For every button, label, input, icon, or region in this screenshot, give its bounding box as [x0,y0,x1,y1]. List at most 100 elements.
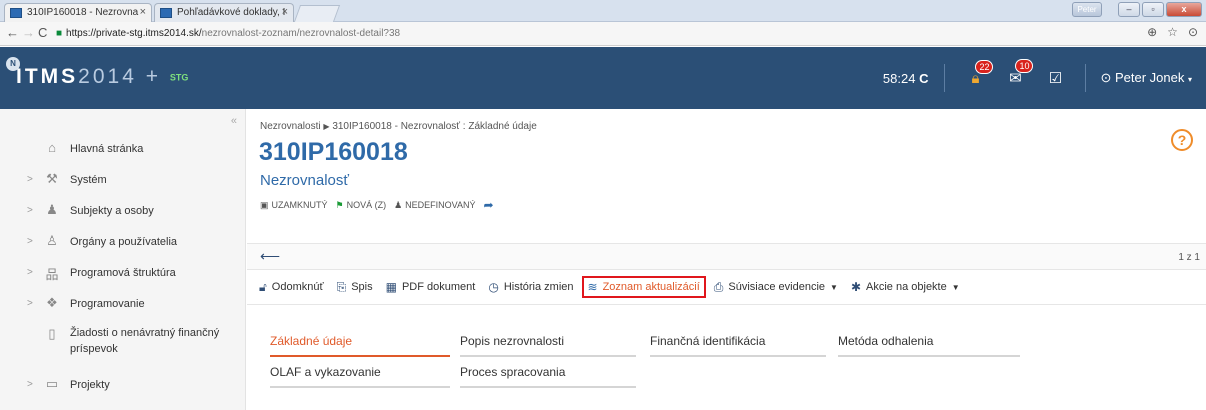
pdf-icon: ▦ [385,280,397,294]
sidebar-item-subjects[interactable]: > ♟ Subjekty a osoby [0,196,246,227]
status-undefined: ♟ NEDEFINOVANÝ [394,198,475,212]
tab-irregularity-description[interactable]: Popis nezrovnalosti [460,330,636,357]
updates-label: Zoznam aktualizácií [602,281,700,293]
sidebar-item-label: Subjekty a osoby [70,205,154,217]
object-actions-dropdown[interactable]: ✱ Akcie na objekte ▼ [851,280,960,294]
actions-label: Akcie na objekte [866,281,947,293]
session-timer[interactable]: 58:24 C [883,71,929,86]
sidebar-item-home[interactable]: ⌂ Hlavná stránka [0,134,246,165]
user-name: Peter Jonek [1114,70,1185,85]
main-content: Nezrovnalosti ▶ 310IP160018 - Nezrovnalo… [247,109,1206,410]
tab-olaf-reporting[interactable]: OLAF a vykazovanie [270,361,450,388]
share-arrow-icon[interactable]: ➦ [484,198,494,212]
new-tab-button[interactable] [293,5,341,22]
back-arrow-icon[interactable]: ⟵ [260,248,280,265]
forward-arrow-icon[interactable]: → [22,25,35,40]
itms-logo[interactable]: ITMS2014 + STG [16,65,188,89]
sidebar-item-applications[interactable]: ▯ Žiadosti o nenávratný finančný príspev… [0,320,246,370]
clock-icon: ◷ [488,280,499,294]
sidebar-item-organs[interactable]: > ♙ Orgány a používatelia [0,227,246,258]
tasks-button[interactable]: ☑ [1035,69,1075,87]
bookmark-star-icon[interactable]: ☆ [1167,25,1178,39]
tab-basic-data[interactable]: Základné údaje [270,330,450,357]
logo-letters: ITMS [16,65,79,88]
minimize-button[interactable]: – [1118,2,1140,17]
status-label: UZAMKNUTÝ [271,200,328,210]
related-label: Súvisiace evidencie [728,281,826,293]
extension-icon[interactable]: ⊙ [1188,25,1198,39]
file-button[interactable]: ⎘ Spis [337,280,373,295]
caret-down-icon: ▼ [830,282,838,292]
browser-tab-bar: 310IP160018 - Nezrovna × Pohľadávkové do… [0,0,1206,22]
browser-tab-inactive[interactable]: Pohľadávkové doklady, I × [154,3,294,22]
collapse-sidebar-icon[interactable]: « [231,115,237,127]
gear-icon: ✱ [850,280,862,294]
breadcrumb-separator-icon: ▶ [323,122,330,131]
maximize-button[interactable]: ▫ [1142,2,1164,17]
chevron-right-icon: > [27,267,33,278]
history-button[interactable]: ◷ História zmien [488,280,573,294]
print-icon: ⎙ [713,279,724,294]
itms-favicon-icon [160,8,172,18]
chevron-right-icon: > [27,298,33,309]
window-close-button[interactable]: x [1166,2,1202,17]
breadcrumb-current: 310IP160018 - Nezrovnalosť : Základné úd… [332,121,537,132]
status-badges: ▣ UZAMKNUTÝ ⚑ NOVÁ (Z) ♟ NEDEFINOVANÝ ➦ [260,198,494,212]
url-path: nezrovnalost-zoznam/nezrovnalost-detail?… [201,28,401,39]
tab-close-icon[interactable]: × [140,6,146,18]
tab-processing[interactable]: Proces spracovania [460,361,636,388]
document-icon: ▯ [48,326,56,341]
sidebar-menu: ⌂ Hlavná stránka > ⚒ Systém > ♟ Subjekty… [0,134,246,401]
sidebar-item-program-structure[interactable]: > 品 Programová štruktúra [0,258,246,289]
lock-notification-button[interactable]: 🔒︎ 22 [955,59,995,87]
caret-down-icon: ▾ [1187,75,1192,84]
pdf-label: PDF dokument [401,281,476,293]
back-arrow-icon[interactable]: ← [6,25,19,40]
navigation-row: ⟵ 1 z 1 [247,243,1206,269]
sidebar-item-label: Systém [70,174,107,186]
user-menu[interactable]: ⊙ Peter Jonek ▾ [1100,70,1192,86]
related-records-dropdown[interactable]: ⎙ Súvisiace evidencie ▼ [714,280,838,295]
sidebar: « ⌂ Hlavná stránka > ⚒ Systém > ♟ Subjek… [0,109,246,410]
cubes-icon: ❖ [46,295,58,310]
user-icon: ♟ [394,199,403,210]
chevron-right-icon: > [27,379,33,390]
url-input[interactable]: ■ https://private-stg.itms2014.sk/nezrovn… [56,25,1166,43]
logo-plus: + [145,65,161,88]
window-user-button[interactable]: Peter [1072,2,1102,17]
status-label: NEDEFINOVANÝ [405,200,476,210]
chevron-right-icon: > [27,205,33,216]
sidebar-item-system[interactable]: > ⚒ Systém [0,165,246,196]
address-bar-actions: ⊕ ☆ ⊙ [1147,25,1198,39]
pdf-button[interactable]: ▦ PDF dokument [386,280,476,294]
sidebar-item-label: Žiadosti o nenávratný finančný príspevok [70,327,220,355]
tab-financial-identification[interactable]: Finančná identifikácia [650,330,826,357]
sidebar-item-projects[interactable]: > ▭ Projekty [0,370,246,401]
mail-notification-button[interactable]: ✉ 10 [995,59,1035,87]
browser-tab-active[interactable]: 310IP160018 - Nezrovna × [4,3,152,22]
updates-list-button[interactable]: ≋ Zoznam aktualizácií [581,276,706,298]
user-icon: ⊙ [1100,70,1112,85]
help-icon[interactable]: ? [1171,129,1193,151]
window-controls: Peter – ▫ x [1058,2,1202,17]
sidebar-item-label: Projekty [70,379,110,391]
file-label: Spis [351,281,373,293]
logo-env: STG [169,72,189,83]
unlock-button[interactable]: 🔓︎ Odomknúť [259,280,324,295]
home-icon: ⌂ [48,140,56,155]
people-icon: ♟ [46,202,58,217]
tab-detection-method[interactable]: Metóda odhalenia [838,330,1020,357]
app-header: N ITMS2014 + STG 58:24 C 🔒︎ 22 ✉ 10 ☑ ⊙ … [0,47,1206,109]
breadcrumb-root-link[interactable]: Nezrovnalosti [260,121,321,132]
sidebar-item-programming[interactable]: > ❖ Programovanie [0,289,246,320]
sidebar-item-label: Orgány a používatelia [70,236,178,248]
zoom-icon[interactable]: ⊕ [1147,25,1157,39]
chevron-right-icon: > [27,236,33,247]
chevron-right-icon: > [27,174,33,185]
url-host: https://private-stg.itms2014.sk/ [66,28,202,39]
layers-icon: ≋ [587,280,598,294]
logo-digits: 2014 [78,65,137,88]
reload-icon[interactable]: C [38,25,47,40]
tab-close-icon[interactable]: × [282,6,288,18]
caret-down-icon: ▼ [951,282,960,292]
